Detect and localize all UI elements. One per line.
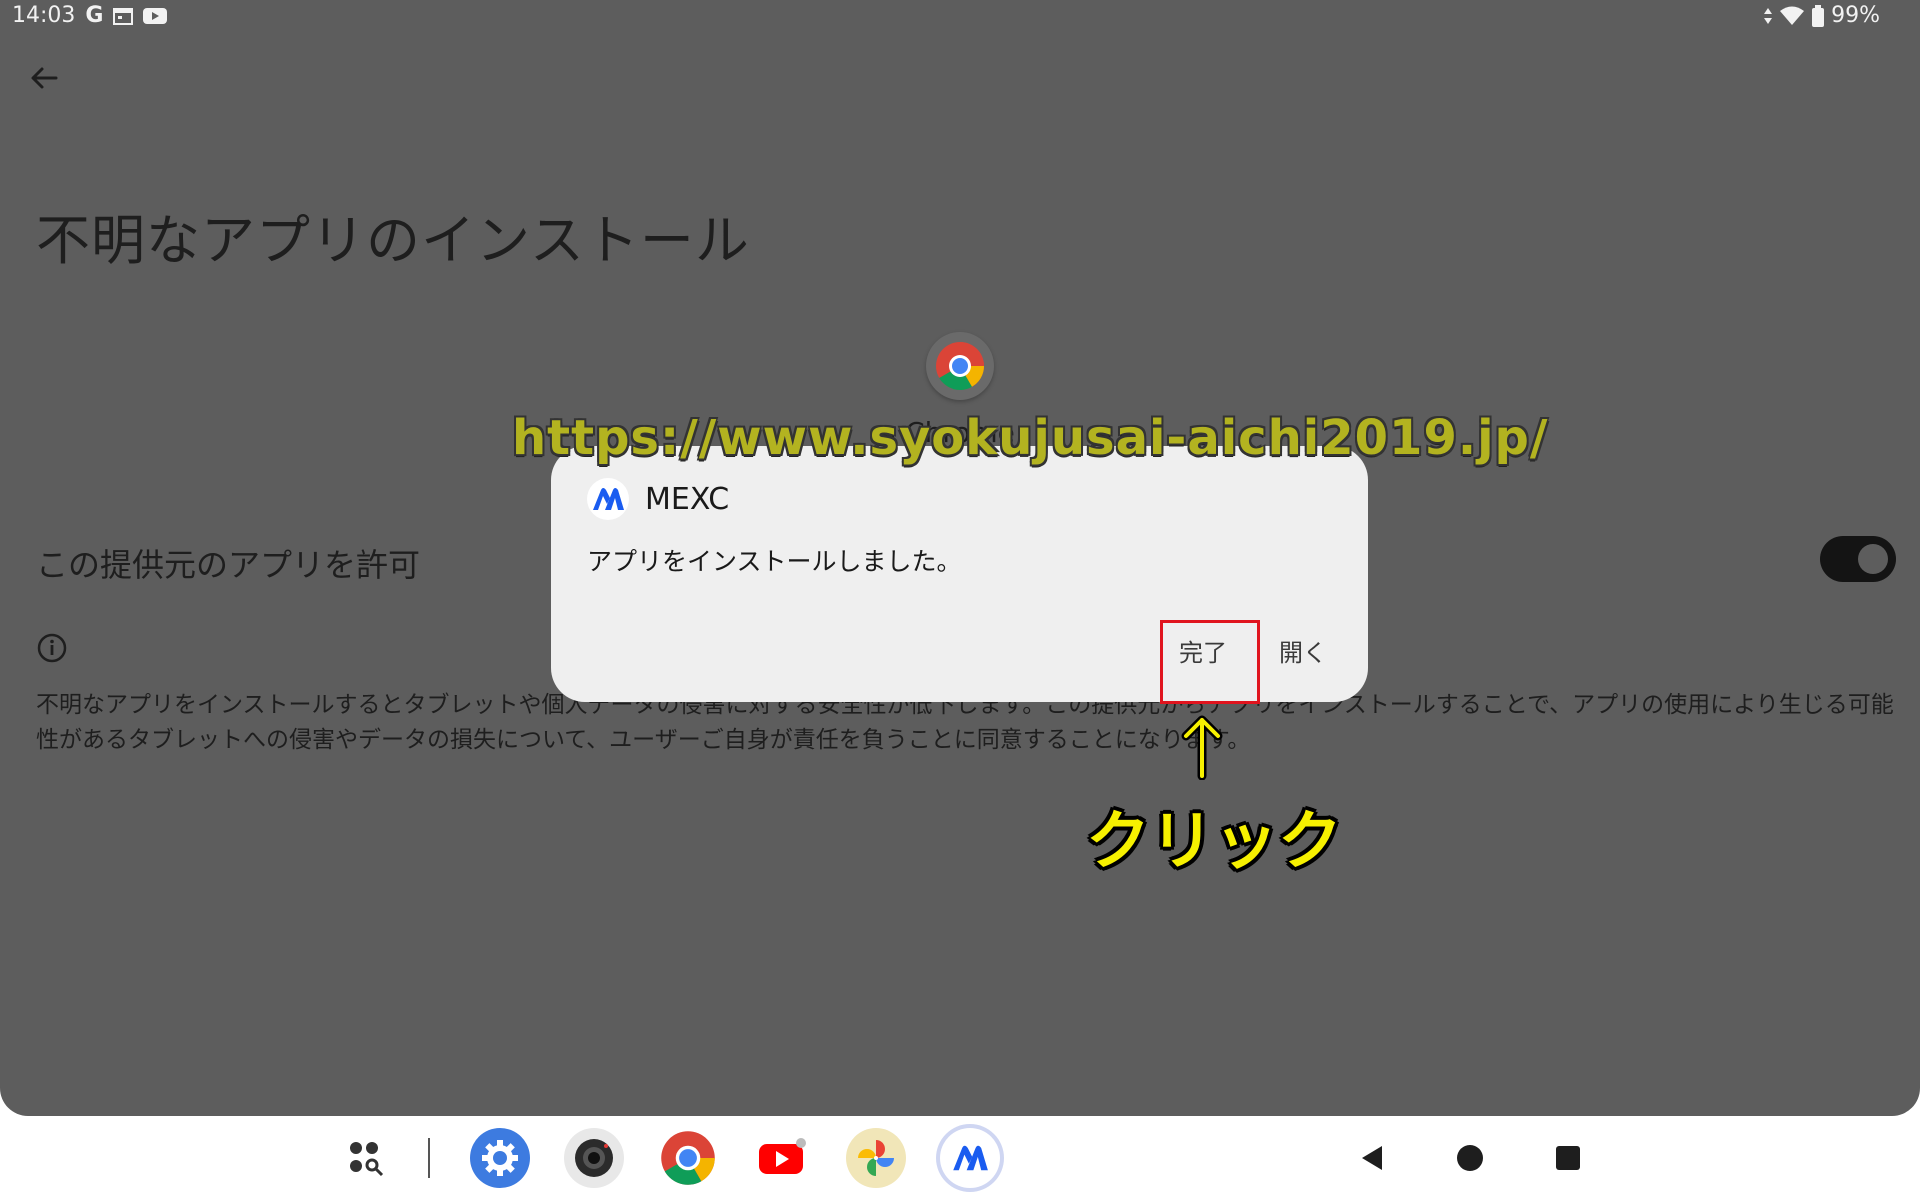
dialog-message: アプリをインストールしました。 [587, 547, 962, 576]
info-icon [36, 632, 68, 664]
open-button[interactable]: 開く [1265, 620, 1341, 680]
google-g-icon: G [85, 3, 104, 28]
battery-icon [1811, 4, 1825, 27]
page-title: 不明なアプリのインストール [36, 209, 750, 272]
camera-icon[interactable] [564, 1128, 624, 1188]
click-annotation: クリック [1086, 805, 1342, 879]
mexc-icon [587, 478, 629, 520]
settings-icon[interactable] [470, 1128, 530, 1188]
taskbar [0, 1116, 1920, 1200]
nav-recents-icon[interactable] [1548, 1138, 1588, 1178]
nav-back-icon[interactable] [1352, 1138, 1392, 1178]
youtube-icon[interactable] [752, 1128, 812, 1188]
mexc-taskbar-icon[interactable] [940, 1128, 1000, 1188]
chrome-taskbar-icon[interactable] [658, 1128, 718, 1188]
allow-source-label: この提供元のアプリを許可 [36, 546, 421, 584]
status-bar: 14:03 G 99% [0, 0, 1920, 34]
dialog-app-name: MEXC [645, 482, 730, 517]
photos-icon[interactable] [846, 1128, 906, 1188]
watermark-url: https://www.syokujusai-aichi2019.jp/ [512, 410, 1549, 466]
data-arrows-icon [1763, 6, 1773, 26]
up-arrow-icon [1178, 714, 1226, 781]
allow-source-toggle[interactable] [1820, 536, 1896, 582]
done-highlight-box [1160, 620, 1260, 704]
toggle-knob [1858, 544, 1888, 574]
app-drawer-icon[interactable] [338, 1128, 398, 1188]
back-arrow-icon[interactable] [26, 60, 62, 96]
chrome-icon [926, 332, 994, 400]
wifi-icon [1779, 6, 1805, 26]
taskbar-divider [428, 1138, 430, 1178]
status-time: 14:03 [12, 3, 76, 28]
youtube-notification-icon [143, 7, 168, 25]
battery-percent: 99% [1831, 3, 1880, 28]
calendar-icon [113, 7, 134, 25]
nav-home-icon[interactable] [1450, 1138, 1490, 1178]
